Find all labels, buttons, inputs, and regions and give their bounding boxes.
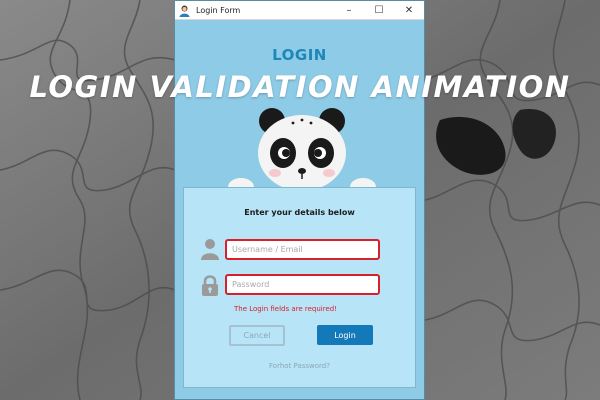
username-input[interactable] [225,239,380,260]
maximize-button[interactable]: ☐ [364,1,394,20]
title-bar[interactable]: Login Form – ☐ ✕ [175,1,424,20]
cancel-button[interactable]: Cancel [229,325,285,346]
login-heading: LOGIN [272,46,327,64]
validation-error: The Login fields are required! [234,305,338,313]
form-heading: Enter your details below [244,208,355,217]
lock-icon [202,275,218,296]
password-input[interactable] [225,274,380,295]
window-title: Login Form [196,5,241,15]
banner-title: LOGIN VALIDATION ANIMATION [29,70,571,104]
login-card: Enter your details below The Login field… [183,187,416,388]
user-avatar-icon [179,5,190,17]
close-button[interactable]: ✕ [394,1,424,20]
user-icon [201,239,219,260]
login-button[interactable]: Login [317,325,373,345]
forgot-password-link[interactable]: Forhot Password? [184,362,415,370]
minimize-button[interactable]: – [334,1,364,20]
login-window: Login Form – ☐ ✕ LOGIN Enter your detail… [174,0,425,400]
panda-mascot-icon [228,108,376,193]
